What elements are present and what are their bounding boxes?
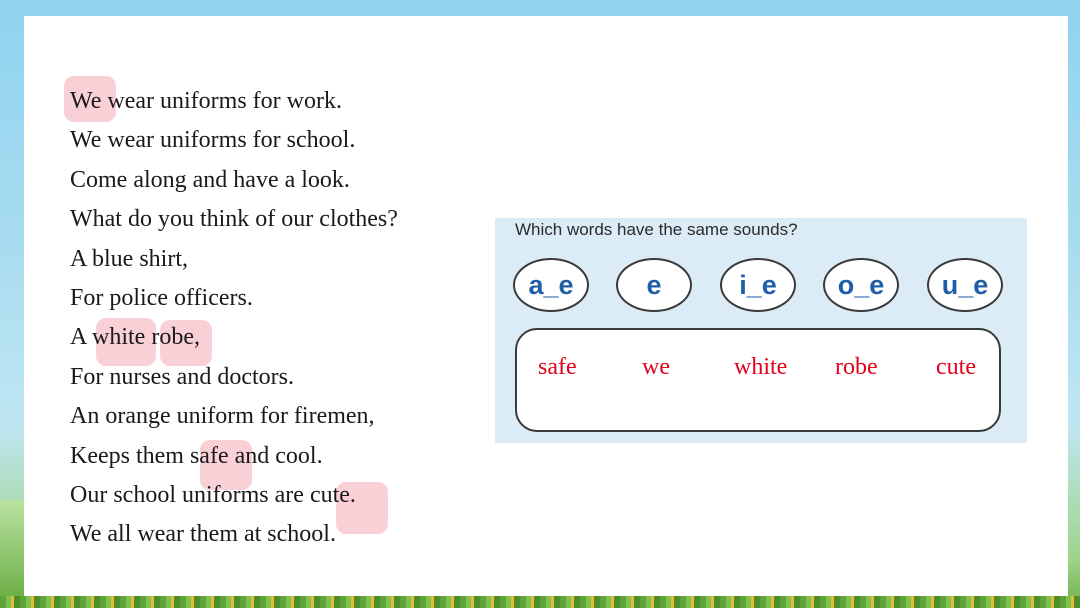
poem: We wear uniforms for work. We wear unifo… [70, 82, 490, 555]
pattern-oval-e: e [616, 258, 692, 312]
poem-line: We wear uniforms for school. [70, 127, 356, 154]
exercise-title: Which words have the same sounds? [515, 220, 798, 239]
poem-line: Keeps them safe and cool. [70, 442, 323, 469]
poem-line: For nurses and doctors. [70, 363, 294, 390]
pattern-oval-a-e: a_e [513, 258, 589, 312]
pattern-oval-o-e: o_e [823, 258, 899, 312]
pattern-oval-i-e: i_e [720, 258, 796, 312]
poem-line: Our school uniforms are cute. [70, 482, 356, 509]
poem-line: We wear uniforms for work. [70, 88, 342, 114]
answer-word-we: we [642, 354, 670, 380]
poem-line: An orange uniform for firemen, [70, 403, 375, 430]
answer-word-white: white [734, 354, 788, 380]
answer-word-cute: cute [936, 354, 976, 380]
answer-word-safe: safe [538, 354, 577, 380]
poem-line: A white robe, [70, 324, 200, 351]
background-grass-left [0, 500, 24, 596]
poem-line: Come along and have a look. [70, 166, 350, 193]
pattern-oval-u-e: u_e [927, 258, 1003, 312]
sounds-exercise-panel: Which words have the same sounds? a_e e … [495, 218, 1027, 443]
poem-line: What do you think of our clothes? [70, 206, 398, 233]
answer-word-robe: robe [835, 354, 878, 380]
poem-line: For police officers. [70, 285, 253, 312]
background-grass-strip [0, 596, 1080, 608]
poem-line: A blue shirt, [70, 245, 188, 272]
poem-line: We all wear them at school. [70, 521, 336, 548]
